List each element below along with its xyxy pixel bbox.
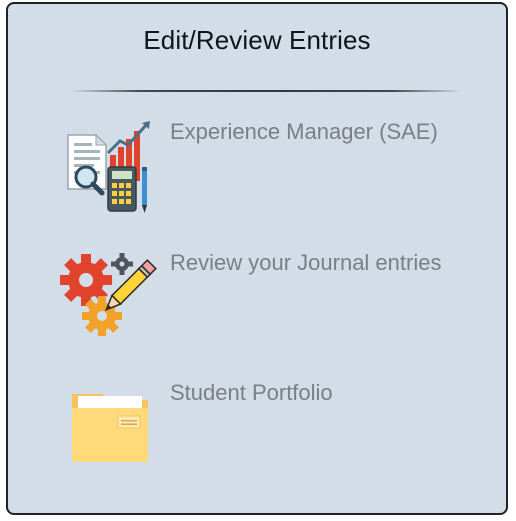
student-portfolio-link[interactable]: Student Portfolio — [50, 380, 470, 476]
report-calculator-icon — [50, 119, 166, 215]
student-portfolio-label: Student Portfolio — [170, 380, 333, 405]
review-journal-entries-link[interactable]: Review your Journal entries — [50, 250, 470, 346]
experience-manager-link[interactable]: Experience Manager (SAE) — [50, 119, 470, 215]
title-divider — [70, 90, 462, 92]
folder-icon — [50, 380, 166, 476]
experience-manager-label: Experience Manager (SAE) — [170, 119, 438, 144]
panel-title: Edit/Review Entries — [143, 25, 371, 55]
edit-review-entries-panel: Edit/Review Entries Experience Manager (… — [6, 2, 508, 515]
gears-pencil-icon — [50, 250, 166, 346]
review-journal-entries-label: Review your Journal entries — [170, 250, 442, 275]
